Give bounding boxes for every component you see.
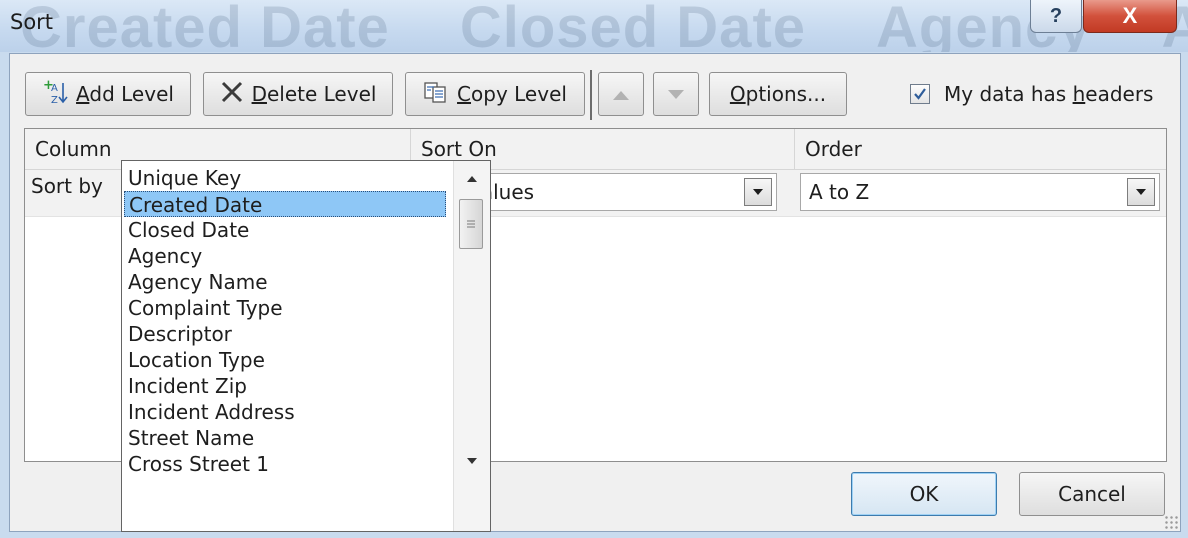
options-button[interactable]: Options... [709,72,847,116]
copy-level-button[interactable]: Copy Level [405,72,585,116]
scroll-down-icon [467,458,477,464]
delete-icon [220,80,244,109]
list-item[interactable]: Cross Street 1 [124,451,446,477]
list-item[interactable]: Street Name [124,425,446,451]
background-header: Closed Date [459,0,807,52]
cancel-button[interactable]: Cancel [1019,472,1165,516]
list-item[interactable]: Agency [124,243,446,269]
list-item[interactable]: Closed Date [124,217,446,243]
triangle-up-icon [611,82,631,106]
headers-checkbox[interactable] [910,84,930,104]
copy-icon [423,80,449,109]
copy-level-label: Copy Level [457,82,567,106]
list-item[interactable]: Incident Address [124,399,446,425]
triangle-down-icon [666,82,686,106]
scroll-down-button[interactable] [454,447,490,475]
grip-icon [467,220,475,228]
list-item[interactable]: Descriptor [124,321,446,347]
add-level-icon: + A Z [42,78,68,110]
list-item[interactable]: Complaint Type [124,295,446,321]
add-level-label: Add Level [76,82,174,106]
svg-text:Z: Z [51,95,58,105]
sort-by-label: Sort by [31,174,103,198]
background-worksheet-headers: Created DateClosed DateAgencyAgency Name [20,0,1188,52]
scroll-up-button[interactable] [454,165,490,193]
scroll-thumb[interactable] [459,199,483,249]
add-level-button[interactable]: + A Z Add Level [25,72,191,116]
checkmark-icon [914,88,926,100]
close-icon: X [1122,3,1138,28]
title-bar: Created DateClosed DateAgencyAgency Name… [0,0,1188,52]
scroll-up-icon [467,176,477,182]
background-header: Created Date [20,0,390,52]
chevron-down-icon [753,189,763,195]
headers-checkbox-label: My data has headers [944,82,1154,106]
svg-text:A: A [51,83,58,94]
chevron-down-icon [1136,189,1146,195]
window-title: Sort [10,10,54,34]
list-item[interactable]: Incident Zip [124,373,446,399]
headers-checkbox-group[interactable]: My data has headers [910,82,1153,106]
ok-button[interactable]: OK [851,472,997,516]
order-select[interactable]: A to Z [800,173,1160,211]
list-item[interactable]: Unique Key [124,165,446,191]
toolbar-divider [590,70,592,120]
delete-level-button[interactable]: Delete Level [203,72,393,116]
move-up-button[interactable] [598,72,644,116]
options-label: Options... [729,82,827,106]
order-header: Order [805,137,862,161]
move-down-button[interactable] [653,72,699,116]
cancel-label: Cancel [1058,482,1126,506]
list-item[interactable]: Location Type [124,347,446,373]
sort-on-dropdown-button[interactable] [744,178,772,206]
close-button[interactable]: X [1083,0,1177,33]
help-icon: ? [1049,4,1063,27]
delete-level-label: Delete Level [251,82,377,106]
column-dropdown-list[interactable]: Unique Key Created Date Closed Date Agen… [121,160,491,532]
list-item-selected[interactable]: Created Date [124,191,446,217]
resize-grip[interactable] [1164,515,1178,529]
order-dropdown-button[interactable] [1127,178,1155,206]
order-value: A to Z [809,180,870,204]
list-item[interactable]: Agency Name [124,269,446,295]
ok-label: OK [909,482,939,506]
list-scrollbar[interactable] [453,161,490,531]
help-button[interactable]: ? [1030,0,1082,33]
